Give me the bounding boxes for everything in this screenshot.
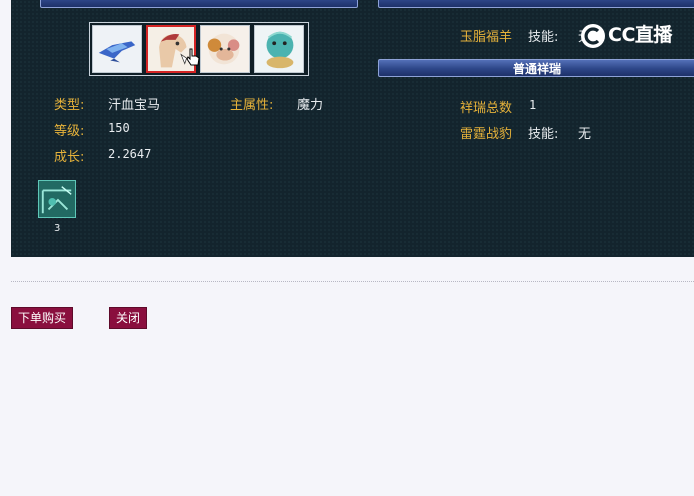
cc-logo-icon: [581, 23, 605, 48]
pet-slot-3[interactable]: [200, 25, 250, 73]
special-xiangrui-name: 玉脂福羊: [460, 30, 513, 45]
attr-label: 主属性:: [230, 98, 274, 113]
close-button[interactable]: 关闭: [109, 307, 148, 329]
turtle-icon: [255, 26, 303, 72]
pet-slot-4[interactable]: [254, 25, 304, 73]
level-label: 等级:: [54, 124, 85, 139]
item-skill-label: 技能:: [528, 127, 559, 142]
buy-button[interactable]: 下单购买: [11, 307, 74, 329]
character-panel: 普通祥瑞 类型: 汗血宝马 主属性: 魔力 等级: 150 成长: 2.2647…: [11, 0, 694, 257]
top-left-banner: [40, 0, 358, 8]
normal-xiangrui-banner: 普通祥瑞: [378, 59, 694, 77]
level-value: 150: [108, 121, 130, 135]
pet-selector: [89, 22, 309, 76]
xiangrui-item-name: 雷霆战豹: [460, 127, 513, 142]
item-tile[interactable]: [38, 180, 76, 218]
attr-value: 魔力: [297, 98, 324, 113]
growth-value: 2.2647: [108, 147, 152, 161]
special-skill-label: 技能:: [528, 30, 559, 45]
pet-slot-1[interactable]: [92, 25, 142, 73]
item-count: 3: [54, 223, 61, 234]
top-right-banner: [378, 0, 694, 8]
cc-live-logo: CC直播: [578, 20, 672, 50]
blue-dragon-icon: [93, 26, 141, 72]
total-label: 祥瑞总数: [460, 101, 513, 116]
type-value: 汗血宝马: [108, 98, 161, 113]
total-value: 1: [529, 98, 537, 112]
growth-label: 成长:: [54, 150, 85, 165]
sheep-icon: [201, 26, 249, 72]
logo-text: CC直播: [608, 24, 672, 46]
item-skill-value: 无: [578, 127, 592, 142]
tile-icon: [39, 181, 75, 217]
divider: [11, 281, 694, 282]
type-label: 类型:: [54, 98, 85, 113]
hand-cursor-icon: [186, 48, 200, 66]
